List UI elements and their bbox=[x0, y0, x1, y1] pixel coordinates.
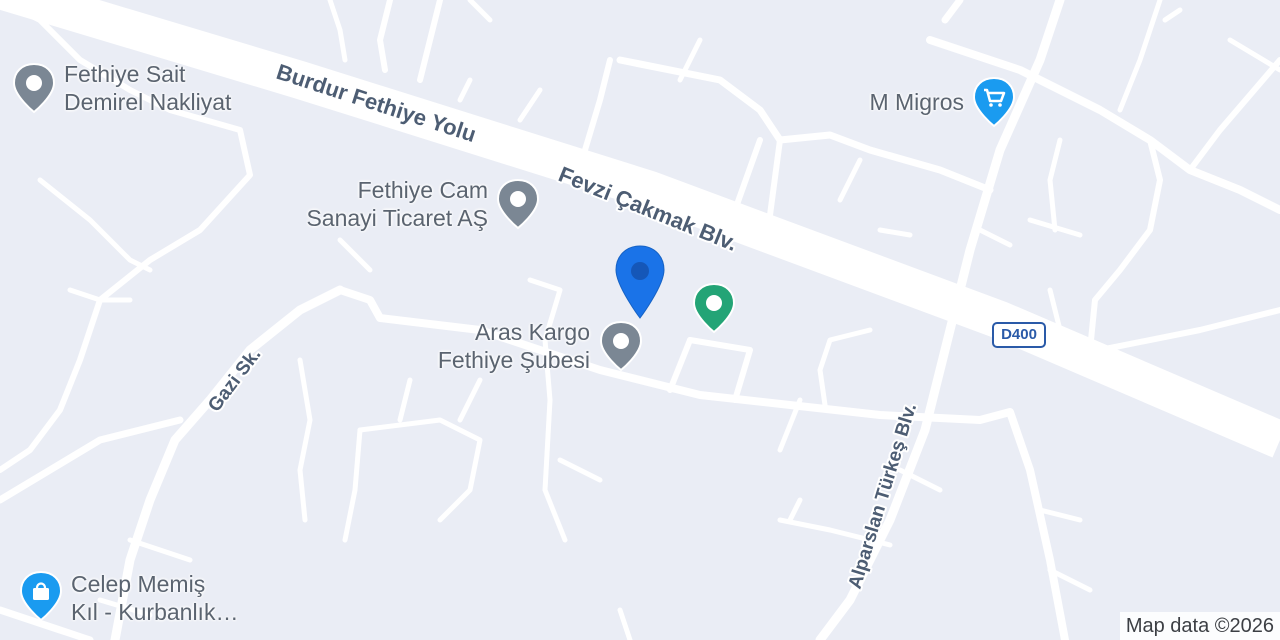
poi-label-line: M Migros bbox=[869, 89, 964, 115]
poi-label-line: Demirel Nakliyat bbox=[64, 89, 232, 115]
pin-icon bbox=[12, 62, 56, 114]
poi-label-line: Kıl - Kurbanlık… bbox=[71, 599, 239, 625]
pin-icon bbox=[599, 320, 643, 372]
poi-fethiye-cam-pin[interactable] bbox=[494, 178, 542, 235]
map-attribution: Map data ©2026 bbox=[1119, 612, 1280, 640]
poi-green-pin[interactable] bbox=[690, 282, 738, 339]
poi-m-migros-label[interactable]: M Migros bbox=[869, 88, 964, 116]
shopping-cart-icon bbox=[972, 76, 1016, 128]
poi-m-migros-pin[interactable] bbox=[970, 76, 1018, 133]
poi-fethiye-cam-label[interactable]: Fethiye Cam Sanayi Ticaret AŞ bbox=[306, 176, 488, 232]
poi-fethiye-sait-pin[interactable] bbox=[10, 62, 58, 119]
poi-label-line: Fethiye Şubesi bbox=[437, 347, 590, 373]
poi-fethiye-sait-label[interactable]: Fethiye Sait Demirel Nakliyat bbox=[64, 60, 231, 116]
poi-label-line: Celep Memiş bbox=[71, 571, 206, 597]
poi-celep-memis-label[interactable]: Celep Memiş Kıl - Kurbanlık… bbox=[71, 570, 238, 626]
poi-label-line: Sanayi Ticaret AŞ bbox=[306, 205, 488, 231]
poi-label-line: Fethiye Cam bbox=[357, 177, 488, 203]
location-marker-icon bbox=[615, 245, 665, 319]
pin-icon bbox=[692, 282, 736, 334]
poi-label-line: Aras Kargo bbox=[474, 319, 590, 345]
poi-label-line: Fethiye Sait bbox=[64, 61, 186, 87]
highway-shield-d400: D400 bbox=[992, 322, 1046, 348]
poi-celep-memis-pin[interactable] bbox=[17, 570, 65, 627]
poi-aras-kargo-label[interactable]: Aras Kargo Fethiye Şubesi bbox=[438, 318, 590, 374]
pin-icon bbox=[496, 178, 540, 230]
shopping-bag-icon bbox=[19, 570, 63, 622]
poi-aras-kargo-pin[interactable] bbox=[597, 320, 645, 377]
selected-location-marker[interactable] bbox=[613, 244, 667, 325]
